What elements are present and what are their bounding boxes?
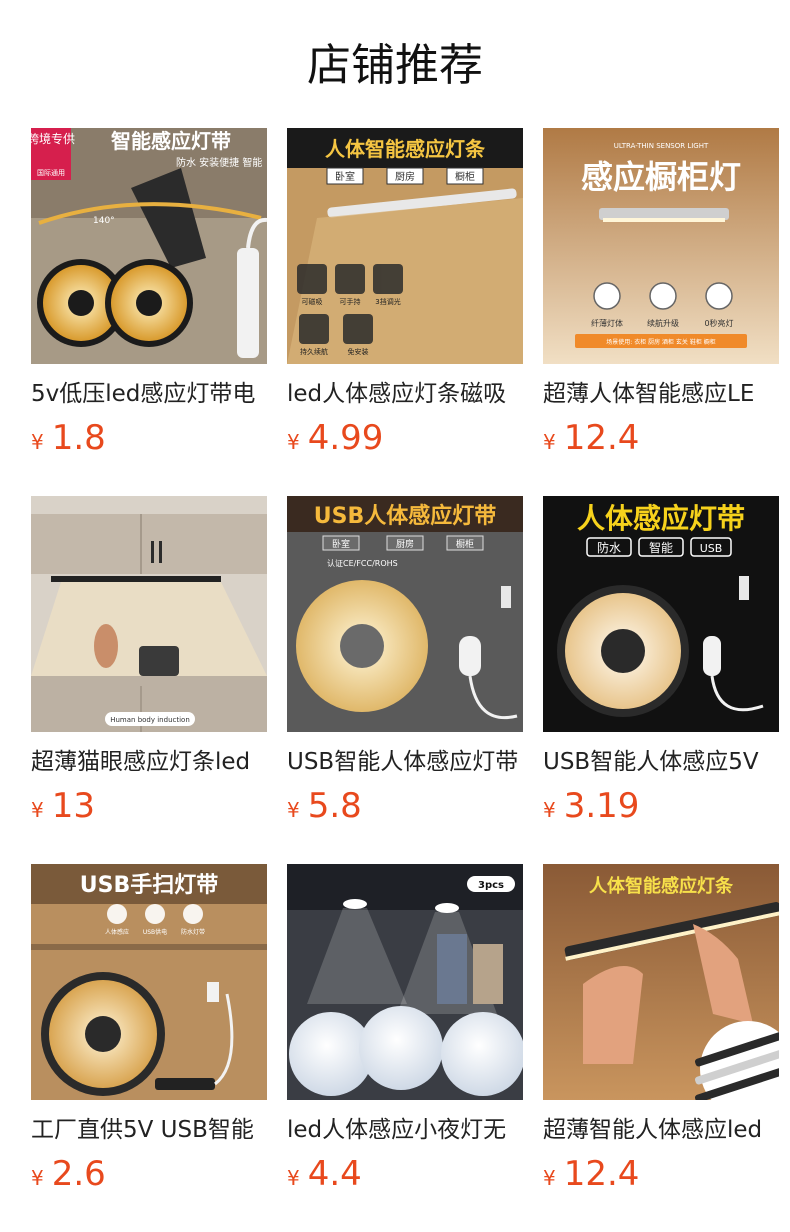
currency-symbol: ¥ <box>31 430 44 454</box>
image-caption: Human body induction <box>110 716 190 724</box>
image-tag: 厨房 <box>395 170 415 183</box>
product-card[interactable]: USB手扫灯带 人体感应 USB供电 防水灯带 工厂直供5V USB智能 ¥ 2… <box>31 864 267 1232</box>
image-tag: 防水 <box>597 540 621 555</box>
product-grid: 跨境专供 国际通用 智能感应灯带 防水 安装便捷 智能 140° 5v低压led… <box>31 128 779 1232</box>
currency-symbol: ¥ <box>31 1166 44 1190</box>
currency-symbol: ¥ <box>543 430 556 454</box>
image-subline: 防水 安装便捷 智能 <box>176 156 262 169</box>
image-feature: 持久续航 <box>300 347 328 356</box>
product-image[interactable]: 人体智能感应灯条 卧室 厨房 橱柜 可磁吸 可手持 3挡调光 持久续航 免安装 <box>287 128 523 364</box>
price-amount: 2.6 <box>51 1154 106 1194</box>
currency-symbol: ¥ <box>287 1166 300 1190</box>
currency-symbol: ¥ <box>287 798 300 822</box>
image-feature: 续航升级 <box>647 318 679 328</box>
image-headline: 人体感应灯带 <box>577 502 745 535</box>
image-tag: 卧室 <box>335 170 355 183</box>
price-amount: 5.8 <box>307 786 362 826</box>
page-title: 店铺推荐 <box>307 40 483 91</box>
price-amount: 1.8 <box>51 418 106 458</box>
product-price: ¥4.99 <box>287 415 523 461</box>
image-tag: 智能 <box>649 540 673 555</box>
product-image[interactable]: 人体感应灯带 防水 智能 USB <box>543 496 779 732</box>
product-card[interactable]: 人体智能感应灯条 卧室 厨房 橱柜 可磁吸 可手持 3挡调光 持久续航 免安装 … <box>287 128 523 496</box>
image-headline: 感应橱柜灯 <box>581 158 741 196</box>
image-headline: 人体智能感应灯条 <box>589 875 734 897</box>
price-amount: 12.4 <box>563 1154 640 1194</box>
currency-symbol: ¥ <box>543 1166 556 1190</box>
image-headline: USB人体感应灯带 <box>314 503 496 529</box>
price-amount: 13 <box>51 786 95 826</box>
image-feature: 免安装 <box>348 347 369 356</box>
product-name[interactable]: led人体感应灯条磁吸 <box>287 377 523 411</box>
product-image[interactable]: 人体智能感应灯条 <box>543 864 779 1100</box>
product-name[interactable]: 工厂直供5V USB智能 <box>31 1113 267 1147</box>
currency-symbol: ¥ <box>31 798 44 822</box>
image-headline: USB手扫灯带 <box>80 873 218 898</box>
product-image[interactable]: 跨境专供 国际通用 智能感应灯带 防水 安装便捷 智能 140° <box>31 128 267 364</box>
currency-symbol: ¥ <box>287 430 300 454</box>
product-price: ¥2.6 <box>31 1151 267 1197</box>
product-card[interactable]: 人体感应灯带 防水 智能 USB USB智能人体感应5V ¥3.19 <box>543 496 779 864</box>
image-feature: 纤薄灯体 <box>591 318 623 328</box>
price-amount: 4.4 <box>307 1154 362 1194</box>
image-scene: 场景使用: 衣柜 厨房 酒柜 玄关 鞋柜 橱柜 <box>606 338 715 346</box>
image-tag: USB <box>700 542 723 555</box>
product-price: ¥3.19 <box>543 783 779 829</box>
product-image[interactable]: USB手扫灯带 人体感应 USB供电 防水灯带 <box>31 864 267 1100</box>
price-amount: 3.19 <box>563 786 640 826</box>
image-top-text: ULTRA-THIN SENSOR LIGHT <box>614 142 709 150</box>
image-headline: 人体智能感应灯条 <box>325 137 486 161</box>
product-image[interactable]: 3pcs <box>287 864 523 1100</box>
image-badge: 跨境专供 <box>31 131 75 146</box>
product-image[interactable]: Human body induction <box>31 496 267 732</box>
product-card[interactable]: Human body induction 超薄猫眼感应灯条led ¥13 <box>31 496 267 864</box>
image-feature: 人体感应 <box>105 928 129 936</box>
product-price: ¥5.8 <box>287 783 523 829</box>
product-card[interactable]: 跨境专供 国际通用 智能感应灯带 防水 安装便捷 智能 140° 5v低压led… <box>31 128 267 496</box>
product-image[interactable]: ULTRA-THIN SENSOR LIGHT 感应橱柜灯 纤薄灯体 续航升级 … <box>543 128 779 364</box>
product-card[interactable]: 人体智能感应灯条 超薄智能人体感应led ¥12.4 <box>543 864 779 1232</box>
price-amount: 4.99 <box>307 418 384 458</box>
image-angle: 140° <box>93 216 115 226</box>
image-feature: 可磁吸 <box>302 297 323 306</box>
image-tag: 卧室 <box>332 538 350 550</box>
product-card[interactable]: USB人体感应灯带 卧室 厨房 橱柜 认证CE/FCC/ROHS USB智能人体… <box>287 496 523 864</box>
image-feature: 3挡调光 <box>375 297 400 306</box>
product-name[interactable]: USB智能人体感应灯带 <box>287 745 523 779</box>
image-feature: USB供电 <box>143 928 167 936</box>
product-price: ¥1.8 <box>31 415 267 461</box>
product-image[interactable]: USB人体感应灯带 卧室 厨房 橱柜 认证CE/FCC/ROHS <box>287 496 523 732</box>
price-amount: 12.4 <box>563 418 640 458</box>
image-headline: 智能感应灯带 <box>111 129 231 153</box>
image-tag: 橱柜 <box>455 170 475 183</box>
product-card[interactable]: ULTRA-THIN SENSOR LIGHT 感应橱柜灯 纤薄灯体 续航升级 … <box>543 128 779 496</box>
product-name[interactable]: led人体感应小夜灯无 <box>287 1113 523 1147</box>
image-badge-sub: 国际通用 <box>37 168 65 177</box>
image-badge: 3pcs <box>478 880 504 891</box>
product-name[interactable]: 5v低压led感应灯带电 <box>31 377 267 411</box>
currency-symbol: ¥ <box>543 798 556 822</box>
product-price: ¥4.4 <box>287 1151 523 1197</box>
image-feature: 防水灯带 <box>181 928 205 936</box>
product-price: ¥12.4 <box>543 1151 779 1197</box>
product-name[interactable]: USB智能人体感应5V <box>543 745 779 779</box>
image-tag: 橱柜 <box>456 538 474 550</box>
image-tag: 厨房 <box>396 538 414 550</box>
image-feature: 0秒亮灯 <box>704 318 733 328</box>
product-card[interactable]: 3pcs led人体感应小夜灯无 ¥4.4 <box>287 864 523 1232</box>
product-name[interactable]: 超薄猫眼感应灯条led <box>31 745 267 779</box>
product-name[interactable]: 超薄智能人体感应led <box>543 1113 779 1147</box>
image-cert: 认证CE/FCC/ROHS <box>327 558 398 568</box>
image-feature: 可手持 <box>340 297 361 306</box>
product-name[interactable]: 超薄人体智能感应LE <box>543 377 779 411</box>
product-price: ¥12.4 <box>543 415 779 461</box>
product-price: ¥13 <box>31 783 267 829</box>
